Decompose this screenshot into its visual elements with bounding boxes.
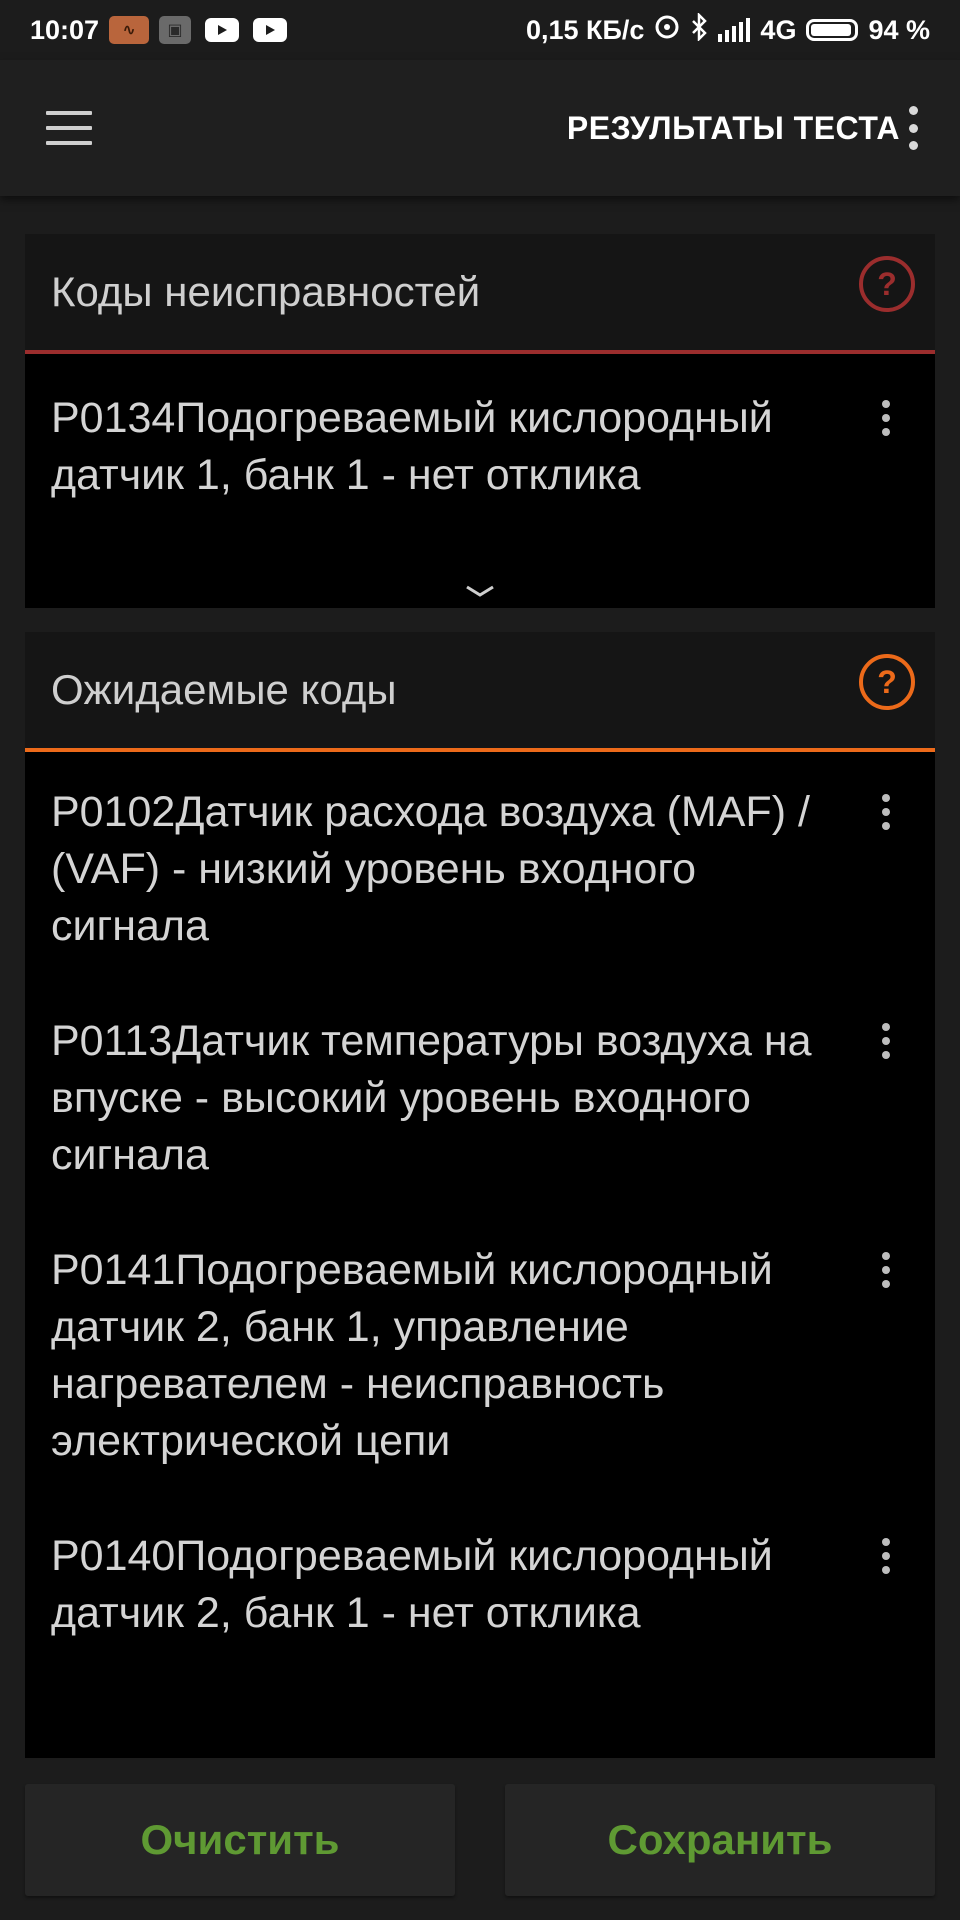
page-title: РЕЗУЛЬТАТЫ ТЕСТА [566, 109, 900, 146]
code-text: P0140Подогреваемый кислородный датчик 2,… [51, 1532, 773, 1637]
save-button[interactable]: Сохранить [505, 1784, 935, 1896]
pending-codes-card: Ожидаемые коды ? P0102Датчик расхода воз… [25, 632, 935, 1758]
svg-text:?: ? [877, 266, 897, 302]
pending-codes-title: Ожидаемые коды [51, 666, 397, 713]
signal-icon [718, 18, 751, 42]
battery-icon [806, 19, 859, 41]
item-menu-icon[interactable] [881, 400, 891, 436]
app-bar: РЕЗУЛЬТАТЫ ТЕСТА [0, 60, 960, 196]
fault-codes-card: Коды неисправностей ? P0134Подогреваемый… [25, 234, 935, 608]
help-icon[interactable]: ? [857, 652, 917, 712]
menu-icon[interactable] [46, 111, 92, 145]
car-app-icon-2: ▣ [159, 16, 192, 44]
status-time: 10:07 [30, 14, 100, 45]
list-item[interactable]: P0113Датчик температуры воздуха на впуск… [25, 1013, 935, 1184]
fault-codes-title: Коды неисправностей [51, 268, 481, 315]
item-menu-icon[interactable] [881, 1252, 891, 1288]
network-type: 4G [760, 14, 797, 45]
bottom-action-bar: Очистить Сохранить [0, 1758, 960, 1920]
code-text: P0141Подогреваемый кислородный датчик 2,… [51, 1246, 773, 1465]
clear-button[interactable]: Очистить [25, 1784, 455, 1896]
youtube-icon [253, 18, 288, 42]
item-menu-icon[interactable] [881, 1538, 891, 1574]
pending-codes-divider [25, 748, 935, 752]
code-text: P0102Датчик расхода воздуха (MAF) / (VAF… [51, 788, 810, 950]
svg-text:?: ? [877, 664, 897, 700]
fault-codes-header: Коды неисправностей ? [25, 234, 935, 350]
fault-codes-divider [25, 350, 935, 354]
list-item[interactable]: P0140Подогреваемый кислородный датчик 2,… [25, 1528, 935, 1642]
code-text: P0113Датчик температуры воздуха на впуск… [51, 1017, 812, 1179]
item-menu-icon[interactable] [881, 794, 891, 830]
list-item[interactable]: P0141Подогреваемый кислородный датчик 2,… [25, 1242, 935, 1470]
overflow-menu-icon[interactable] [906, 106, 920, 150]
car-scanner-app-icon: ∿ [109, 16, 150, 44]
help-icon[interactable]: ? [857, 254, 917, 314]
item-menu-icon[interactable] [881, 1023, 891, 1059]
hotspot-icon [654, 14, 680, 47]
chevron-down-icon[interactable] [464, 584, 496, 598]
battery-level: 94 % [868, 14, 930, 45]
youtube-icon [205, 18, 240, 42]
list-item[interactable]: P0102Датчик расхода воздуха (MAF) / (VAF… [25, 784, 935, 955]
pending-codes-header: Ожидаемые коды ? [25, 632, 935, 748]
code-text: P0134Подогреваемый кислородный датчик 1,… [51, 394, 773, 499]
bluetooth-icon [690, 11, 708, 48]
status-bar: 10:07 ∿ ▣ 0,15 КБ/с 4G 94 % [0, 0, 960, 60]
network-speed: 0,15 КБ/с [525, 14, 645, 45]
list-item[interactable]: P0134Подогреваемый кислородный датчик 1,… [25, 390, 935, 504]
